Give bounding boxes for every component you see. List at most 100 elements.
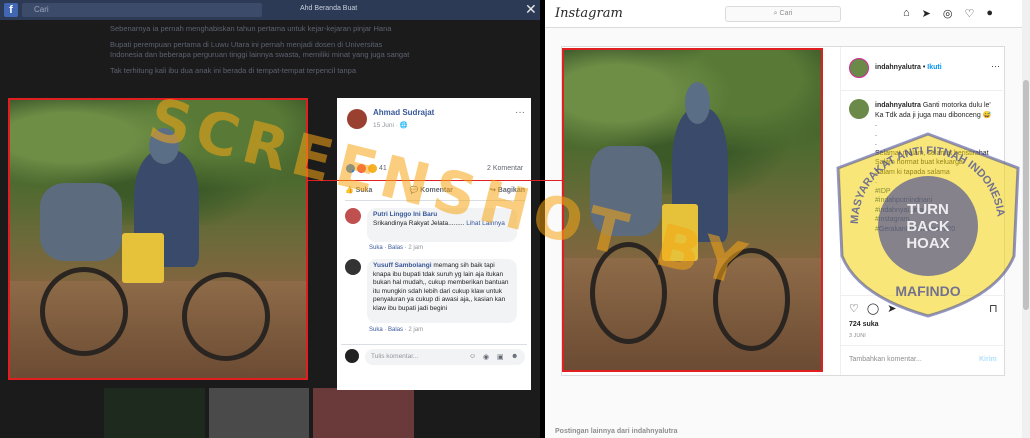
facebook-post-photo[interactable] [8, 98, 308, 380]
comment-meta: Suka · Balas · 2 jam [369, 327, 424, 333]
comment-label: Komentar [420, 187, 453, 194]
scrollbar[interactable] [1022, 0, 1030, 438]
facebook-top-links[interactable]: Ahd Beranda Buat [300, 5, 357, 12]
photo-jerrycan [122, 233, 164, 284]
bg-paragraph: Tak terhitung kali ibu dua anak ini bera… [110, 66, 356, 75]
comment-text: Srikandinya Rakyat Jelata......... [373, 219, 465, 227]
comment-meta: Suka · Balas · 2 jam [369, 245, 424, 251]
post-caption: indahnyalutra Ganti motorka dulu le' Ka … [875, 102, 992, 233]
close-icon[interactable]: ✕ [525, 2, 537, 16]
sticker-icon[interactable]: ☻ [511, 353, 518, 360]
poster-username[interactable]: indahnyalutra [875, 64, 921, 71]
globe-icon: 🌐 [399, 122, 408, 129]
follow-button[interactable]: Ikuti [927, 64, 941, 71]
photo-wheel [39, 266, 129, 356]
gif-icon[interactable]: ▣ [497, 353, 504, 361]
commenter-name[interactable]: Putri Linggo Ini Baru [373, 211, 437, 218]
comment-count[interactable]: 2 Komentar [487, 165, 523, 172]
explore-icon[interactable]: ◎ [943, 7, 953, 20]
commenter-avatar[interactable] [345, 259, 361, 275]
photo-wheel [713, 248, 791, 351]
caption-avatar[interactable] [849, 99, 869, 119]
thumbnail [208, 388, 310, 438]
thumbnail [104, 388, 205, 438]
like-button[interactable]: 👍 Suka [345, 186, 372, 194]
facebook-top-bar: f Cari Ahd Beranda Buat [0, 0, 540, 20]
like-heart-icon[interactable]: ♡ [849, 302, 859, 315]
direct-icon[interactable]: ➤ [922, 7, 931, 20]
facebook-logo-icon[interactable]: f [4, 3, 18, 17]
photo-bag [589, 146, 662, 236]
home-icon[interactable]: ⌂ [903, 7, 910, 20]
comment-time: 2 jam [408, 327, 424, 333]
comment-bubble: Yusuff Sambolangi memang sih baik tapi k… [367, 259, 517, 323]
add-comment-input[interactable]: Tambahkan komentar... [849, 356, 922, 363]
post-sidebar: indahnyalutra • Ikuti ··· indahnyalutra … [840, 47, 1006, 375]
facebook-search-input[interactable]: Cari [22, 3, 262, 17]
post-actions: 👍 Suka 💬 Komentar ↪ Bagikan [345, 186, 525, 194]
comment-reply-link[interactable]: Balas [388, 245, 403, 251]
reaction-summary[interactable]: 41 [346, 164, 387, 173]
bg-paragraph: Sebenarnya ia pernah menghabiskan tahun … [110, 24, 392, 33]
camera-icon[interactable]: ◉ [483, 353, 489, 361]
instagram-search-input[interactable]: ⌕ Cari [725, 6, 841, 22]
emoji-icon[interactable]: ☺ [469, 353, 476, 360]
like-label: Suka [355, 187, 373, 194]
comment-text: memang sih baik tapi knapa ibu bupati td… [373, 262, 509, 312]
instagram-post-photo[interactable] [562, 48, 823, 372]
scrollbar-thumb[interactable] [1023, 80, 1029, 310]
commenter-name[interactable]: Yusuff Sambolangi [373, 262, 432, 269]
comment-like-link[interactable]: Suka [369, 245, 383, 251]
see-more-link[interactable]: Lihat Lainnya [466, 220, 505, 227]
comment-reply-link[interactable]: Balas [388, 327, 403, 333]
bookmark-icon[interactable]: ⊓ [989, 302, 998, 315]
love-reaction-icon [357, 164, 366, 173]
share-button[interactable]: ↪ Bagikan [490, 186, 525, 194]
author-avatar[interactable] [347, 109, 367, 129]
poster-username-row: indahnyalutra • Ikuti [875, 64, 942, 71]
like-count[interactable]: 724 suka [849, 321, 879, 328]
write-comment-row: Tulis komentar... ☺ ◉ ▣ ☻ [341, 344, 527, 365]
photo-rider-head [684, 82, 711, 124]
add-comment-row: Tambahkan komentar... Kirim [841, 345, 1006, 375]
divider [345, 200, 525, 201]
post-date-text: 15 Juni · [373, 122, 398, 129]
bg-paragraph: Bupati perempuan pertama di Luwu Utara i… [110, 40, 410, 59]
instagram-nav: Instagram ⌕ Cari ⌂ ➤ ◎ ♡ ● [545, 0, 1030, 28]
more-options-icon[interactable]: ··· [515, 107, 525, 118]
thumbnail [313, 388, 415, 438]
reaction-count: 41 [379, 165, 387, 172]
background-thumbnails [104, 388, 415, 438]
photo-bag [39, 183, 123, 262]
search-placeholder: Cari [779, 10, 793, 17]
caption-username[interactable]: indahnyalutra [875, 102, 921, 109]
more-options-icon[interactable]: ··· [991, 61, 1000, 71]
activity-heart-icon[interactable]: ♡ [964, 7, 974, 20]
post-header: indahnyalutra • Ikuti ··· [841, 47, 1006, 91]
post-date: 3 JUNI [849, 333, 866, 339]
poster-avatar[interactable] [849, 58, 869, 78]
facebook-photo-viewer: f Cari Ahd Beranda Buat ✕ Sebenarnya ia … [0, 0, 540, 438]
more-posts-heading[interactable]: Postingan lainnya dari indahnyalutra [555, 428, 678, 435]
facebook-comment-panel: Ahmad Sudrajat 15 Juni · 🌐 ··· 41 2 Kome… [337, 98, 531, 390]
share-icon[interactable]: ➤ [887, 302, 896, 315]
profile-icon[interactable]: ● [986, 7, 993, 20]
comment-bubble-icon[interactable]: ◯ [867, 302, 879, 315]
photo-wheel [589, 242, 667, 345]
like-reaction-icon [346, 164, 355, 173]
comment-like-link[interactable]: Suka [369, 327, 383, 333]
caption-body: Selamat malam, selamat beristirahat Sala… [875, 149, 989, 176]
post-action-bar: ♡ ◯ ➤ ⊓ [841, 295, 1006, 315]
post-comment-button[interactable]: Kirim [979, 356, 997, 363]
post-date: 15 Juni · 🌐 [373, 121, 408, 129]
current-user-avatar [345, 349, 359, 363]
photo-wheel [181, 272, 271, 362]
post-author[interactable]: Ahmad Sudrajat [373, 108, 434, 117]
nav-icons: ⌂ ➤ ◎ ♡ ● [903, 7, 993, 20]
commenter-avatar[interactable] [345, 208, 361, 224]
caption-hashtags[interactable]: #IDP #indahputriindriani #indahnyaLutra … [875, 188, 955, 233]
comment-button[interactable]: 💬 Komentar [410, 186, 453, 194]
photo-jerrycan [661, 203, 698, 262]
comment-time: 2 jam [408, 245, 424, 251]
instagram-logo[interactable]: Instagram [555, 6, 623, 21]
